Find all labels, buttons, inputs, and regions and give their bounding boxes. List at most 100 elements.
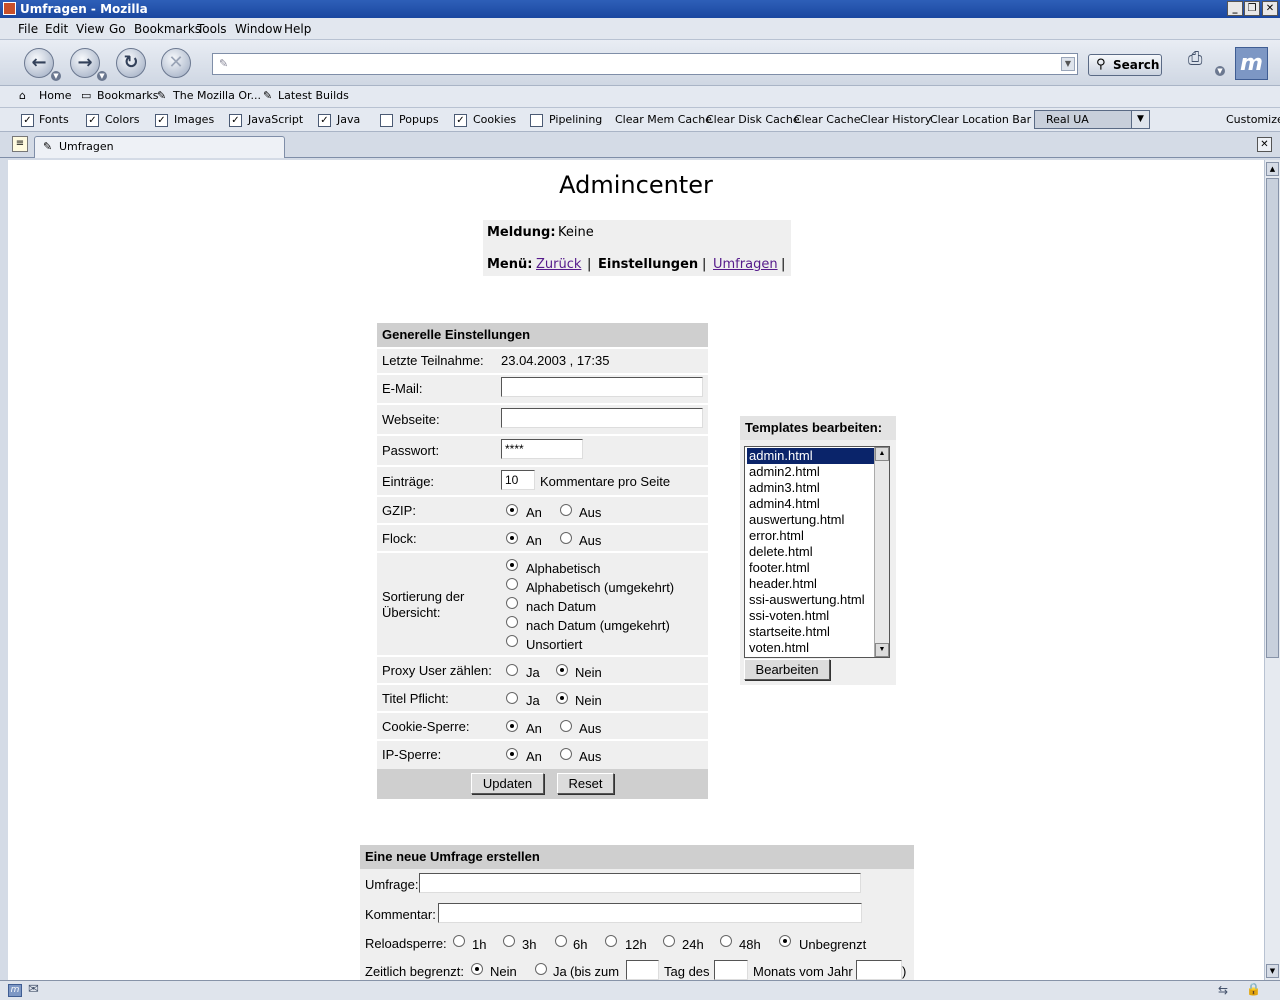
- clear-history-button[interactable]: Clear History: [860, 113, 931, 126]
- pipelining-checkbox[interactable]: [530, 114, 543, 127]
- reload-12h-radio[interactable]: [605, 935, 617, 947]
- bookmarks-button[interactable]: Bookmarks: [97, 89, 158, 102]
- sort-date-radio[interactable]: [506, 597, 518, 609]
- search-button[interactable]: ⚲ Search: [1088, 54, 1162, 76]
- tab-umfragen[interactable]: ✎ Umfragen: [34, 136, 285, 158]
- ip-lock-off-radio[interactable]: [560, 748, 572, 760]
- cookie-lock-off-radio[interactable]: [560, 720, 572, 732]
- user-agent-select[interactable]: Real UA ▼: [1034, 110, 1150, 129]
- end-month-input[interactable]: [714, 960, 748, 980]
- flock-on-radio[interactable]: [506, 532, 518, 544]
- poll-comment-input[interactable]: [438, 903, 862, 923]
- reset-button[interactable]: Reset: [557, 773, 614, 794]
- menu-file[interactable]: File: [18, 22, 38, 36]
- scrollbar-thumb[interactable]: [1266, 178, 1279, 658]
- gzip-on-radio[interactable]: [506, 504, 518, 516]
- menu-window[interactable]: Window: [235, 22, 282, 36]
- menu-link-back[interactable]: Zurück: [536, 257, 581, 272]
- reload-3h-radio[interactable]: [503, 935, 515, 947]
- images-checkbox[interactable]: ✓: [155, 114, 168, 127]
- javascript-checkbox[interactable]: ✓: [229, 114, 242, 127]
- reload-48h-radio[interactable]: [720, 935, 732, 947]
- menu-tools[interactable]: Tools: [197, 22, 227, 36]
- password-field[interactable]: [501, 439, 583, 459]
- proxy-yes-radio[interactable]: [506, 664, 518, 676]
- menu-view[interactable]: View: [76, 22, 104, 36]
- flock-off-radio[interactable]: [560, 532, 572, 544]
- menu-link-polls[interactable]: Umfragen: [713, 257, 778, 272]
- scroll-up-icon[interactable]: ▲: [875, 447, 889, 461]
- forward-history-dropdown-icon[interactable]: ▼: [97, 71, 107, 81]
- reload-24h-radio[interactable]: [663, 935, 675, 947]
- clear-mem-cache-button[interactable]: Clear Mem Cache: [615, 113, 712, 126]
- templates-listbox[interactable]: admin.html admin2.html admin3.html admin…: [744, 446, 890, 658]
- title-required-yes-radio[interactable]: [506, 692, 518, 704]
- listbox-scrollbar[interactable]: ▲ ▼: [874, 447, 889, 657]
- menu-help[interactable]: Help: [284, 22, 311, 36]
- close-window-button[interactable]: ✕: [1262, 1, 1278, 16]
- website-field[interactable]: [501, 408, 703, 428]
- minimize-button[interactable]: _: [1227, 1, 1243, 16]
- cookies-checkbox[interactable]: ✓: [454, 114, 467, 127]
- reload-unlimited-radio[interactable]: [779, 935, 791, 947]
- list-item[interactable]: admin3.html: [747, 480, 874, 496]
- time-limit-yes-radio[interactable]: [535, 963, 547, 975]
- navigator-icon[interactable]: m: [8, 984, 22, 997]
- end-day-input[interactable]: [626, 960, 659, 980]
- list-item[interactable]: admin4.html: [747, 496, 874, 512]
- list-item[interactable]: delete.html: [747, 544, 874, 560]
- close-tab-icon[interactable]: ✕: [1257, 137, 1272, 152]
- home-button[interactable]: Home: [39, 89, 71, 102]
- list-item[interactable]: ssi-voten.html: [747, 608, 874, 624]
- poll-question-input[interactable]: [419, 873, 861, 893]
- email-field[interactable]: [501, 377, 703, 397]
- list-item[interactable]: admin2.html: [747, 464, 874, 480]
- menu-bookmarks[interactable]: Bookmarks: [134, 22, 201, 36]
- update-button[interactable]: Updaten: [471, 773, 544, 794]
- title-required-no-radio[interactable]: [556, 692, 568, 704]
- time-limit-no-radio[interactable]: [471, 963, 483, 975]
- scroll-down-icon[interactable]: ▼: [1266, 964, 1279, 978]
- maximize-button[interactable]: ❐: [1244, 1, 1260, 16]
- proxy-no-radio[interactable]: [556, 664, 568, 676]
- java-checkbox[interactable]: ✓: [318, 114, 331, 127]
- ip-lock-on-radio[interactable]: [506, 748, 518, 760]
- clear-disk-cache-button[interactable]: Clear Disk Cache: [706, 113, 800, 126]
- bookmark-latest-builds[interactable]: Latest Builds: [278, 89, 349, 102]
- page-scrollbar[interactable]: ▲ ▼: [1264, 160, 1280, 980]
- online-status-icon[interactable]: ⇆: [1218, 983, 1228, 997]
- bookmark-mozilla-org[interactable]: The Mozilla Or...: [173, 89, 261, 102]
- clear-cache-button[interactable]: Clear Cache: [794, 113, 860, 126]
- print-icon[interactable]: ⎙: [1188, 48, 1214, 70]
- reload-button[interactable]: ↻: [116, 48, 146, 78]
- fonts-checkbox[interactable]: ✓: [21, 114, 34, 127]
- menu-edit[interactable]: Edit: [45, 22, 68, 36]
- edit-template-button[interactable]: Bearbeiten: [744, 659, 830, 680]
- back-button[interactable]: ←: [24, 48, 54, 78]
- sort-date-reverse-radio[interactable]: [506, 616, 518, 628]
- colors-checkbox[interactable]: ✓: [86, 114, 99, 127]
- gzip-off-radio[interactable]: [560, 504, 572, 516]
- cookie-lock-on-radio[interactable]: [506, 720, 518, 732]
- entries-per-page-input[interactable]: [501, 470, 535, 490]
- reload-1h-radio[interactable]: [453, 935, 465, 947]
- url-history-dropdown-icon[interactable]: ▼: [1061, 57, 1075, 71]
- list-item[interactable]: error.html: [747, 528, 874, 544]
- list-item[interactable]: admin.html: [747, 448, 874, 464]
- stop-button[interactable]: ✕: [161, 48, 191, 78]
- print-dropdown-icon[interactable]: ▼: [1215, 66, 1225, 76]
- reload-6h-radio[interactable]: [555, 935, 567, 947]
- sort-unsorted-radio[interactable]: [506, 635, 518, 647]
- scroll-up-icon[interactable]: ▲: [1266, 162, 1279, 176]
- new-tab-icon[interactable]: ≡: [12, 136, 28, 152]
- end-year-input[interactable]: [856, 960, 902, 980]
- list-item[interactable]: voten.html: [747, 640, 874, 656]
- location-bar[interactable]: ✎ ▼: [212, 53, 1078, 75]
- popups-checkbox[interactable]: [380, 114, 393, 127]
- url-input[interactable]: [237, 56, 1057, 72]
- scroll-down-icon[interactable]: ▼: [875, 643, 889, 657]
- customize-button[interactable]: Customize: [1226, 113, 1280, 126]
- list-item[interactable]: ssi-auswertung.html: [747, 592, 874, 608]
- clear-location-bar-button[interactable]: Clear Location Bar: [930, 113, 1031, 126]
- sort-alpha-radio[interactable]: [506, 559, 518, 571]
